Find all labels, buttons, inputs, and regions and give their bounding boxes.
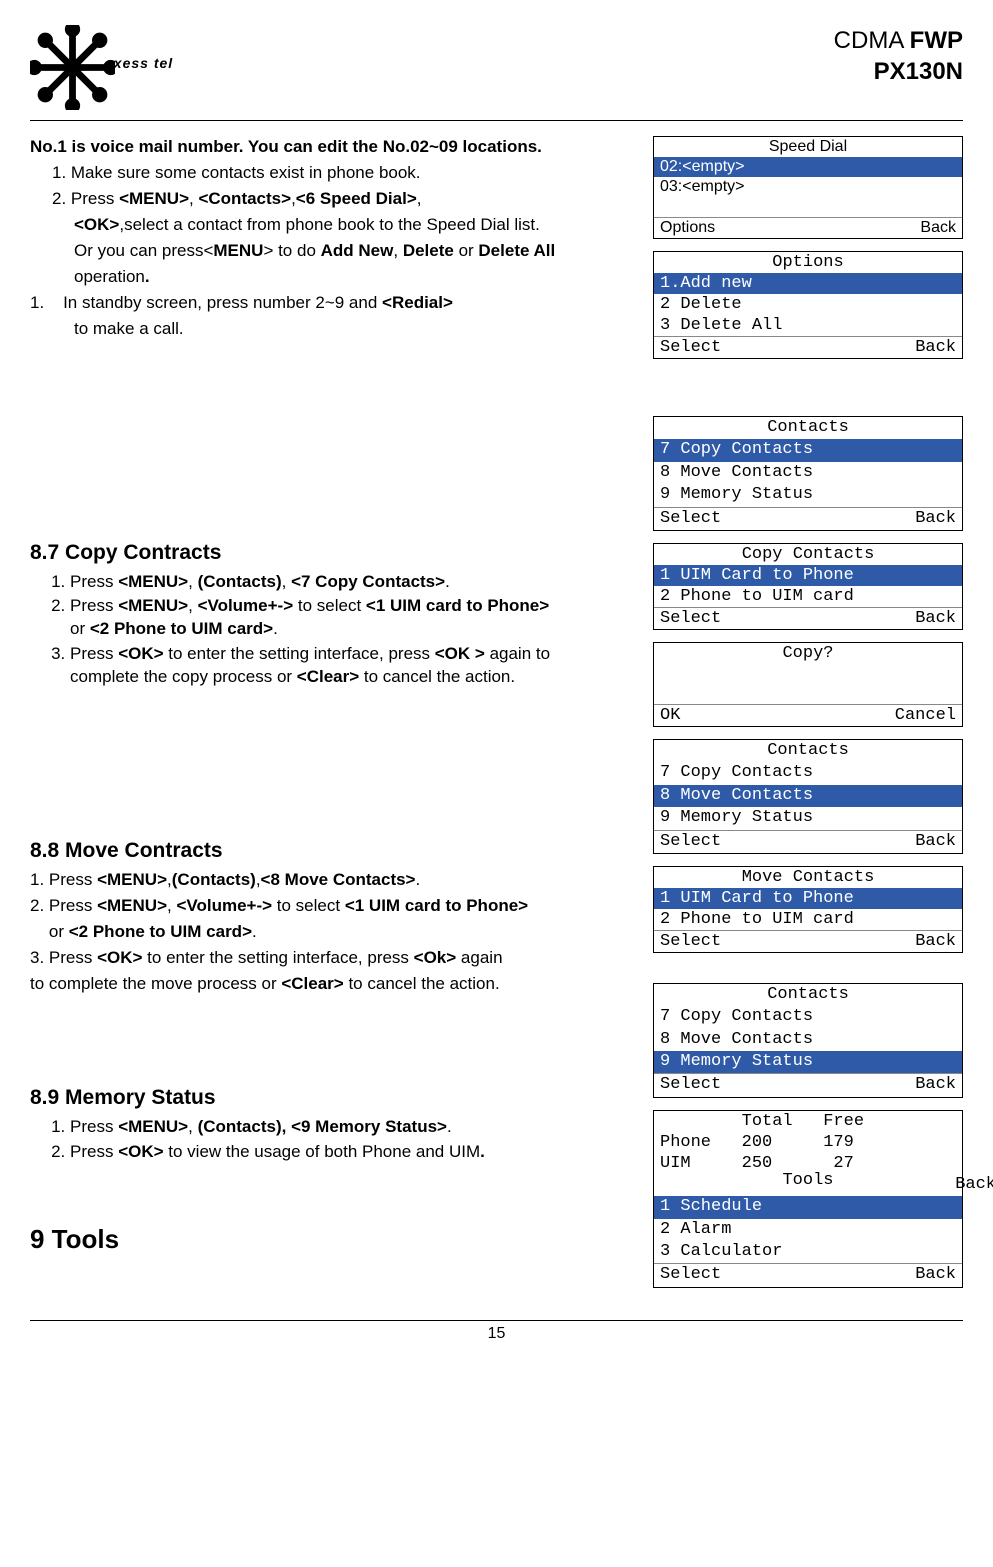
list-item[interactable]: 2 Alarm bbox=[654, 1219, 962, 1241]
doc-title: CDMA FWP PX130N bbox=[834, 25, 963, 87]
phone-title: Speed Dial bbox=[654, 137, 962, 157]
list-item[interactable]: 3 Calculator bbox=[654, 1241, 962, 1263]
phone-title: Contacts bbox=[654, 417, 962, 439]
voicemail-line3: <OK>,select a contact from phone book to… bbox=[30, 214, 633, 237]
list-item[interactable]: 8 Move Contacts bbox=[654, 785, 962, 807]
list-item[interactable]: 1.Add new bbox=[654, 273, 962, 294]
title-line2: PX130N bbox=[874, 58, 963, 85]
section-89-heading: 8.9 Memory Status bbox=[30, 1086, 633, 1110]
softkey-left[interactable]: Select bbox=[660, 338, 721, 357]
list-item[interactable]: 9 Memory Status bbox=[654, 1051, 962, 1073]
table-header: Total Free bbox=[654, 1111, 962, 1132]
softkey-left[interactable]: Select bbox=[660, 1265, 721, 1285]
softkey-right[interactable]: Back bbox=[920, 219, 956, 237]
voicemail-heading: No.1 is voice mail number. You can edit … bbox=[30, 136, 633, 159]
list-item[interactable]: 1 UIM Card to Phone bbox=[654, 888, 962, 909]
voicemail-step1b: to make a call. bbox=[30, 318, 633, 341]
phone-contacts-copy: Contacts 7 Copy Contacts 8 Move Contacts… bbox=[653, 416, 963, 531]
list-item[interactable]: 2 Phone to UIM card bbox=[654, 586, 962, 607]
section-87-heading: 8.7 Copy Contracts bbox=[30, 541, 633, 565]
softkey-left[interactable]: Select bbox=[660, 932, 721, 951]
list-item[interactable]: 9 Memory Status bbox=[654, 807, 962, 829]
softkey-right[interactable]: Back bbox=[915, 1075, 956, 1095]
s88-l3: 3. Press <OK> to enter the setting inter… bbox=[30, 947, 633, 970]
softkey-right[interactable]: Back bbox=[915, 832, 956, 852]
phone-title: Options bbox=[654, 252, 962, 273]
list-item[interactable]: 7 Copy Contacts bbox=[654, 1006, 962, 1028]
page-number: 15 bbox=[488, 1325, 506, 1342]
section-89-list: Press <MENU>, (Contacts), <9 Memory Stat… bbox=[30, 1116, 633, 1164]
softkey-right[interactable]: Cancel bbox=[895, 706, 956, 725]
softkey-left[interactable]: Options bbox=[660, 219, 715, 237]
list-item[interactable]: 7 Copy Contacts bbox=[654, 439, 962, 461]
softkey-right[interactable]: Back bbox=[915, 1265, 956, 1285]
phone-contacts-move: Contacts 7 Copy Contacts 8 Move Contacts… bbox=[653, 739, 963, 854]
phone-move-contacts: Move Contacts 1 UIM Card to Phone 2 Phon… bbox=[653, 866, 963, 953]
phone-title: Copy Contacts bbox=[654, 544, 962, 565]
phone-tools: Tools 1 Schedule 2 Alarm 3 Calculator Se… bbox=[653, 1174, 963, 1288]
phone-speed-dial: Speed Dial 02:<empty> 03:<empty> Options… bbox=[653, 136, 963, 239]
list-item[interactable]: 2 Delete bbox=[654, 294, 962, 315]
table-row: Phone 200 179 bbox=[654, 1132, 962, 1153]
list-item[interactable]: 7 Copy Contacts bbox=[654, 762, 962, 784]
phone-title: Move Contacts bbox=[654, 867, 962, 888]
asterisk-icon bbox=[30, 25, 115, 110]
voicemail-line1: 1. Make sure some contacts exist in phon… bbox=[30, 162, 633, 185]
section-88-heading: 8.8 Move Contracts bbox=[30, 839, 633, 863]
voicemail-line2: 2. Press <MENU>, <Contacts>,<6 Speed Dia… bbox=[30, 188, 633, 211]
page-header: axess tel CDMA FWP PX130N bbox=[30, 25, 963, 121]
section-9-heading: 9 Tools bbox=[30, 1224, 633, 1255]
s88-l2: 2. Press <MENU>, <Volume+-> to select <1… bbox=[30, 895, 633, 918]
phone-options: Options 1.Add new 2 Delete 3 Delete All … bbox=[653, 251, 963, 359]
s89-step1: Press <MENU>, (Contacts), <9 Memory Stat… bbox=[70, 1116, 633, 1139]
s87-step1: Press <MENU>, (Contacts), <7 Copy Contac… bbox=[70, 571, 633, 594]
phone-title: Copy? bbox=[654, 643, 962, 664]
phone-copy-confirm: Copy? OK Cancel bbox=[653, 642, 963, 727]
phone-title: Tools bbox=[654, 1170, 962, 1192]
list-item[interactable]: 1 Schedule bbox=[654, 1196, 962, 1218]
list-item[interactable]: 8 Move Contacts bbox=[654, 462, 962, 484]
softkey-right[interactable]: Back bbox=[915, 338, 956, 357]
page-footer: 15 bbox=[30, 1320, 963, 1343]
softkey-left[interactable]: Select bbox=[660, 609, 721, 628]
list-item[interactable]: 02:<empty> bbox=[654, 157, 962, 177]
list-item[interactable]: 9 Memory Status bbox=[654, 484, 962, 506]
softkey-left[interactable]: Select bbox=[660, 832, 721, 852]
phone-copy-contacts: Copy Contacts 1 UIM Card to Phone 2 Phon… bbox=[653, 543, 963, 630]
s88-l1: 1. Press <MENU>,(Contacts),<8 Move Conta… bbox=[30, 869, 633, 892]
title-line1-pre: CDMA bbox=[834, 27, 910, 54]
s89-step2: Press <OK> to view the usage of both Pho… bbox=[70, 1141, 633, 1164]
phone-title: Contacts bbox=[654, 984, 962, 1006]
s87-step3: Press <OK> to enter the setting interfac… bbox=[70, 643, 633, 689]
s88-l2b: or <2 Phone to UIM card>. bbox=[30, 921, 633, 944]
brand-text: axess tel bbox=[105, 55, 173, 71]
brand-logo: axess tel bbox=[30, 25, 188, 110]
softkey-left[interactable]: Select bbox=[660, 1075, 721, 1095]
voicemail-step1: 1. In standby screen, press number 2~9 a… bbox=[30, 292, 633, 315]
voicemail-line4: Or you can press<MENU> to do Add New, De… bbox=[30, 240, 633, 263]
softkey-right[interactable]: Back bbox=[915, 609, 956, 628]
title-line1-bold: FWP bbox=[910, 27, 963, 54]
section-87-list: Press <MENU>, (Contacts), <7 Copy Contac… bbox=[30, 571, 633, 690]
softkey-left[interactable]: OK bbox=[660, 706, 680, 725]
softkey-right[interactable]: Back bbox=[915, 932, 956, 951]
list-item[interactable]: 1 UIM Card to Phone bbox=[654, 565, 962, 586]
list-item[interactable]: 2 Phone to UIM card bbox=[654, 909, 962, 930]
s87-step2: Press <MENU>, <Volume+-> to select <1 UI… bbox=[70, 595, 633, 641]
voicemail-line5: operation. bbox=[30, 266, 633, 289]
phone-title: Contacts bbox=[654, 740, 962, 762]
list-item[interactable]: 8 Move Contacts bbox=[654, 1029, 962, 1051]
list-item[interactable]: 03:<empty> bbox=[654, 177, 962, 197]
list-item[interactable]: 3 Delete All bbox=[654, 315, 962, 336]
softkey-right[interactable]: Back bbox=[915, 509, 956, 529]
phone-contacts-memory: Contacts 7 Copy Contacts 8 Move Contacts… bbox=[653, 983, 963, 1098]
softkey-left[interactable]: Select bbox=[660, 509, 721, 529]
s88-l3b: to complete the move process or <Clear> … bbox=[30, 973, 633, 996]
